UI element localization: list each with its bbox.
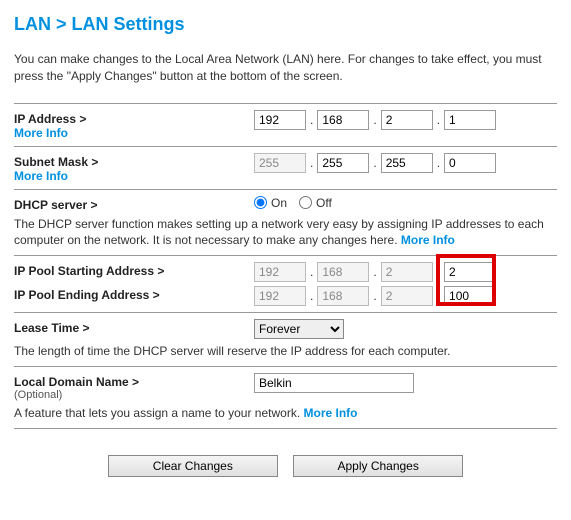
divider	[14, 189, 557, 190]
dot: .	[369, 156, 380, 170]
lease-desc: The length of time the DHCP server will …	[14, 343, 557, 360]
lease-label: Lease Time >	[14, 321, 254, 335]
dot: .	[306, 156, 317, 170]
dhcp-desc: The DHCP server function makes setting u…	[14, 216, 557, 250]
subnet-oct4[interactable]	[444, 153, 496, 173]
pool-end-oct3	[381, 286, 433, 306]
ip-address-oct3[interactable]	[381, 110, 433, 130]
ip-address-row: IP Address > More Info . . .	[14, 110, 557, 140]
dhcp-off-option[interactable]: Off	[299, 196, 332, 210]
domain-sub: (Optional)	[14, 389, 254, 401]
button-bar: Clear Changes Apply Changes	[14, 455, 557, 477]
pool-end-oct1	[254, 286, 306, 306]
lease-row: Lease Time > Forever	[14, 319, 557, 339]
dot: .	[306, 113, 317, 127]
dot: .	[433, 265, 444, 279]
pool-end-row: IP Pool Ending Address > . . .	[14, 286, 557, 306]
subnet-row: Subnet Mask > More Info . . .	[14, 153, 557, 183]
divider	[14, 428, 557, 429]
pool-start-oct1	[254, 262, 306, 282]
dot: .	[433, 289, 444, 303]
domain-desc: A feature that lets you assign a name to…	[14, 405, 557, 422]
divider	[14, 366, 557, 367]
domain-more-info-link[interactable]: More Info	[304, 406, 358, 420]
dhcp-on-option[interactable]: On	[254, 196, 287, 210]
dhcp-desc-text: The DHCP server function makes setting u…	[14, 217, 544, 248]
ip-address-more-info-link[interactable]: More Info	[14, 126, 254, 140]
dot: .	[433, 156, 444, 170]
domain-label: Local Domain Name >	[14, 375, 254, 389]
dot: .	[433, 113, 444, 127]
dot: .	[369, 113, 380, 127]
subnet-label: Subnet Mask >	[14, 155, 254, 169]
dot: .	[369, 265, 380, 279]
dhcp-row: DHCP server > On Off	[14, 196, 557, 212]
divider	[14, 146, 557, 147]
pool-start-oct3	[381, 262, 433, 282]
subnet-more-info-link[interactable]: More Info	[14, 169, 254, 183]
pool-start-oct4[interactable]	[444, 262, 496, 282]
pool-start-label: IP Pool Starting Address >	[14, 264, 254, 278]
dot: .	[306, 289, 317, 303]
subnet-oct1	[254, 153, 306, 173]
pool-start-row: IP Pool Starting Address > . . .	[14, 262, 557, 282]
divider	[14, 103, 557, 104]
dhcp-off-label: Off	[316, 196, 332, 210]
dot: .	[306, 265, 317, 279]
ip-address-oct2[interactable]	[317, 110, 369, 130]
pool-end-oct2	[317, 286, 369, 306]
domain-row: Local Domain Name > (Optional)	[14, 373, 557, 401]
ip-address-oct1[interactable]	[254, 110, 306, 130]
domain-input[interactable]	[254, 373, 414, 393]
clear-changes-button[interactable]: Clear Changes	[108, 455, 278, 477]
ip-address-oct4[interactable]	[444, 110, 496, 130]
page-title: LAN > LAN Settings	[14, 14, 557, 35]
subnet-oct3[interactable]	[381, 153, 433, 173]
apply-changes-button[interactable]: Apply Changes	[293, 455, 463, 477]
lease-time-select[interactable]: Forever	[254, 319, 344, 339]
divider	[14, 255, 557, 256]
dhcp-off-radio[interactable]	[299, 196, 312, 209]
intro-text: You can make changes to the Local Area N…	[14, 51, 557, 85]
dhcp-on-radio[interactable]	[254, 196, 267, 209]
divider	[14, 312, 557, 313]
subnet-oct2[interactable]	[317, 153, 369, 173]
pool-end-label: IP Pool Ending Address >	[14, 288, 254, 302]
domain-desc-text: A feature that lets you assign a name to…	[14, 406, 304, 420]
dot: .	[369, 289, 380, 303]
pool-end-oct4[interactable]	[444, 286, 496, 306]
pool-start-oct2	[317, 262, 369, 282]
dhcp-more-info-link[interactable]: More Info	[401, 233, 455, 247]
ip-address-label: IP Address >	[14, 112, 254, 126]
dhcp-on-label: On	[271, 196, 287, 210]
dhcp-label: DHCP server >	[14, 198, 254, 212]
